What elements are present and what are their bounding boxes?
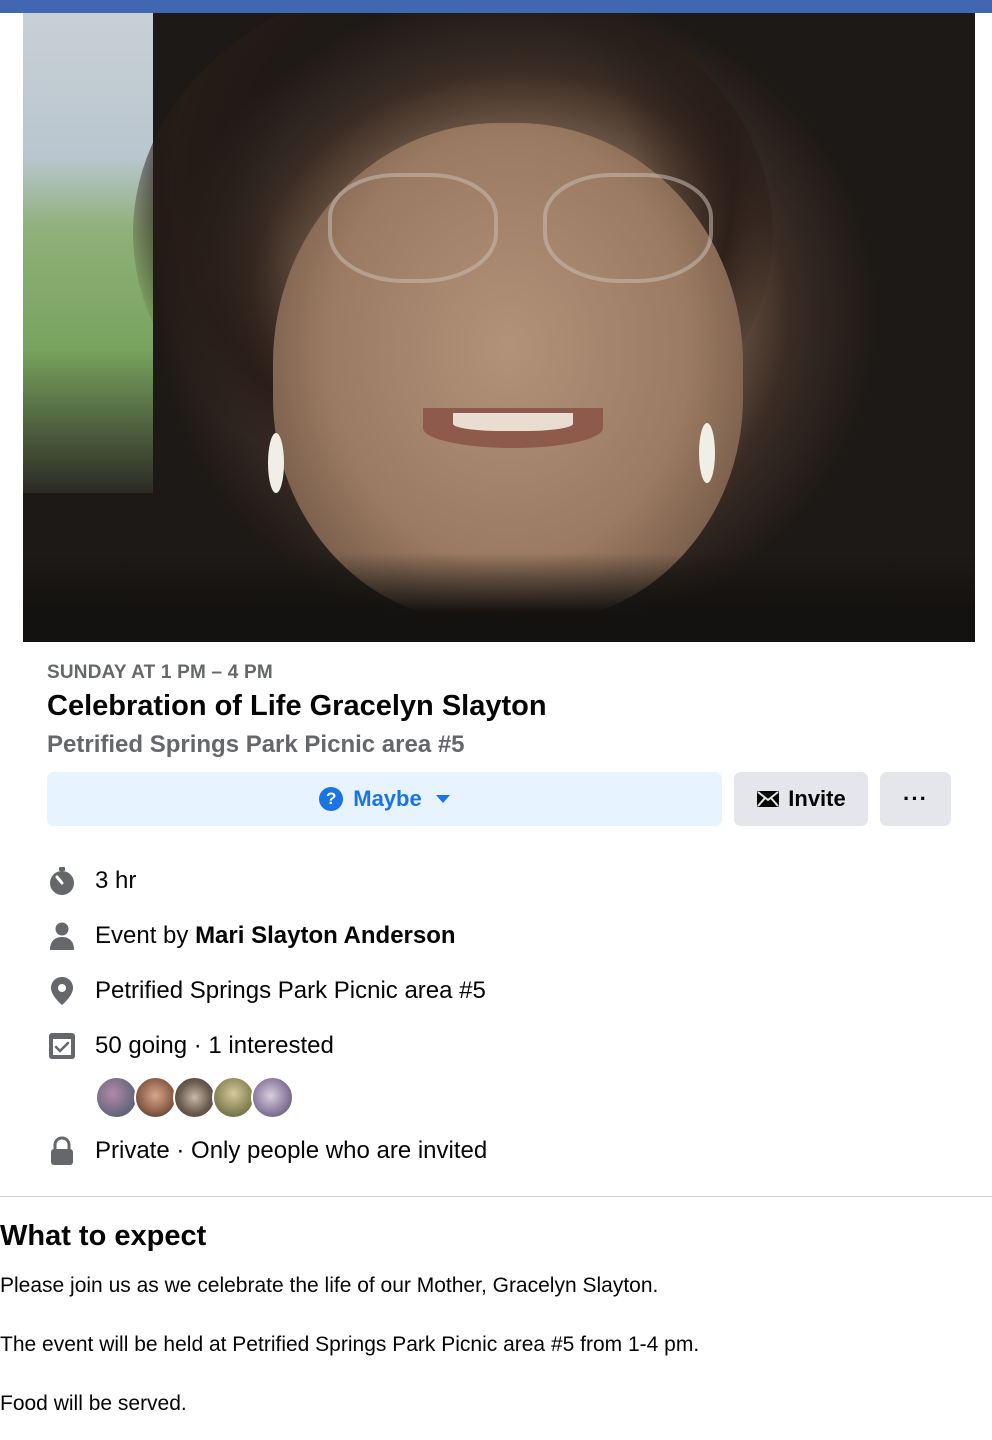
calendar-check-icon bbox=[47, 1031, 77, 1061]
duration-text: 3 hr bbox=[95, 867, 137, 894]
cover-photo-earring-left bbox=[268, 433, 284, 493]
avatar[interactable] bbox=[212, 1076, 255, 1119]
section-divider bbox=[0, 1196, 992, 1197]
more-options-button[interactable]: ··· bbox=[880, 772, 951, 826]
privacy-row: Private · Only people who are invited bbox=[47, 1134, 487, 1168]
person-icon bbox=[47, 921, 77, 951]
cover-photo-glasses-left bbox=[328, 173, 498, 283]
host-name-link[interactable]: Mari Slayton Anderson bbox=[195, 922, 455, 950]
avatar[interactable] bbox=[251, 1076, 294, 1119]
event-date: SUNDAY AT 1 PM – 4 PM bbox=[47, 662, 273, 683]
top-bar bbox=[0, 0, 992, 13]
about-heading: What to expect bbox=[0, 1220, 207, 1252]
invite-button[interactable]: Invite bbox=[734, 772, 868, 826]
location-row[interactable]: Petrified Springs Park Picnic area #5 bbox=[47, 974, 486, 1008]
cover-photo-shoulders bbox=[23, 553, 975, 642]
guest-avatars[interactable] bbox=[95, 1076, 305, 1120]
event-cover-photo[interactable] bbox=[23, 13, 975, 642]
description-paragraph: Food will be served. bbox=[0, 1392, 187, 1415]
cover-photo-glasses-right bbox=[543, 173, 713, 283]
duration-row: 3 hr bbox=[47, 864, 136, 898]
event-location-subtitle[interactable]: Petrified Springs Park Picnic area #5 bbox=[47, 731, 465, 759]
privacy-text: Private · Only people who are invited bbox=[95, 1137, 488, 1164]
maybe-button[interactable]: ? Maybe bbox=[47, 772, 722, 826]
cover-photo-earring-right bbox=[699, 423, 715, 483]
lock-icon bbox=[47, 1136, 77, 1166]
avatar[interactable] bbox=[134, 1076, 177, 1119]
more-options-icon: ··· bbox=[903, 786, 928, 811]
location-text: Petrified Springs Park Picnic area #5 bbox=[95, 977, 486, 1004]
caret-down-icon bbox=[435, 795, 450, 803]
question-icon: ? bbox=[319, 787, 344, 811]
stopwatch-icon bbox=[47, 866, 77, 896]
host-row: Event by Mari Slayton Anderson bbox=[47, 919, 456, 953]
description-paragraph: Please join us as we celebrate the life … bbox=[0, 1274, 659, 1297]
attendance-text: 50 going · 1 interested bbox=[95, 1032, 334, 1059]
cover-photo-smile bbox=[453, 413, 573, 431]
attendance-row[interactable]: 50 going · 1 interested bbox=[47, 1029, 334, 1063]
avatar[interactable] bbox=[95, 1076, 138, 1119]
invite-label: Invite bbox=[788, 786, 846, 811]
description-paragraph: The event will be held at Petrified Spri… bbox=[0, 1333, 700, 1356]
event-title: Celebration of Life Gracelyn Slayton bbox=[47, 690, 547, 722]
envelope-icon bbox=[757, 791, 780, 807]
location-pin-icon bbox=[47, 976, 77, 1006]
maybe-label: Maybe bbox=[353, 786, 422, 811]
event-by-prefix: Event by bbox=[95, 922, 196, 949]
avatar[interactable] bbox=[173, 1076, 216, 1119]
